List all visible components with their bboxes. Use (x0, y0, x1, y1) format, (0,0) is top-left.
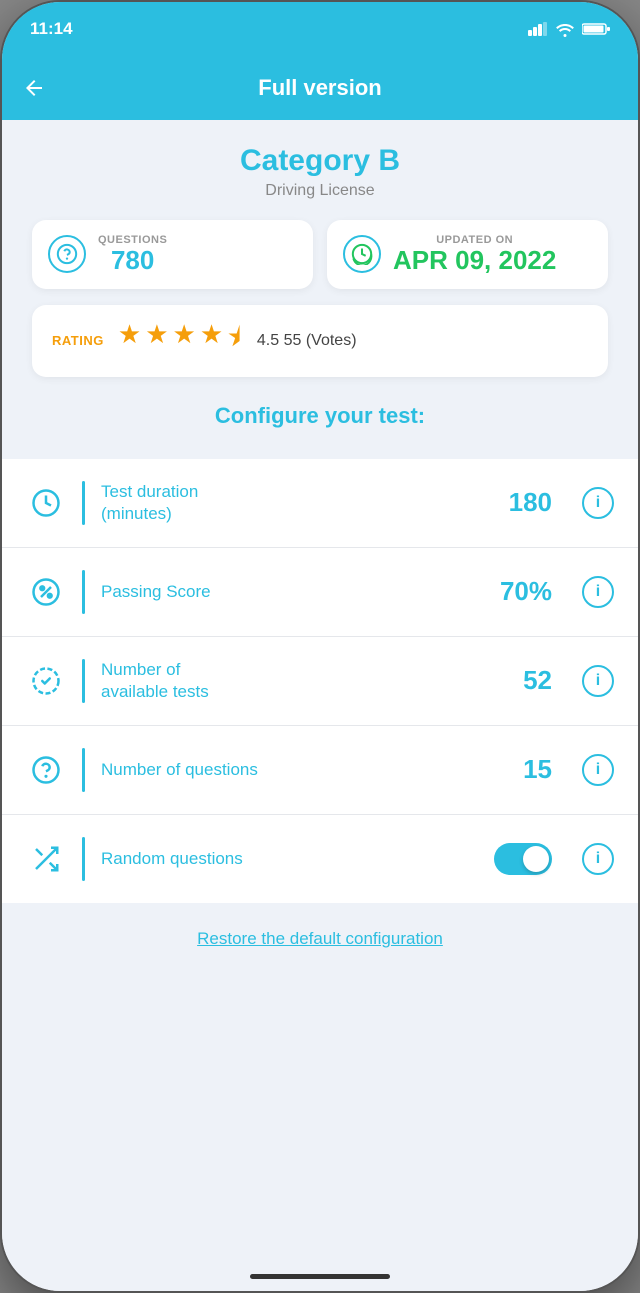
star-half: ⯨ (227, 319, 241, 363)
updated-value: APR 09, 2022 (393, 246, 556, 275)
info-button-random[interactable]: i (582, 843, 614, 875)
settings-list: Test duration(minutes) 180 i Passing Sco… (2, 459, 638, 903)
divider (82, 481, 85, 525)
status-icons (528, 21, 610, 37)
info-button-duration[interactable]: i (582, 487, 614, 519)
setting-random: Random questions i (2, 815, 638, 903)
back-button[interactable] (22, 76, 46, 100)
restore-link[interactable]: Restore the default configuration (197, 929, 443, 948)
setting-label-duration: Test duration(minutes) (101, 481, 493, 525)
divider (82, 570, 85, 614)
info-button-avail[interactable]: i (582, 665, 614, 697)
setting-label-score: Passing Score (101, 581, 484, 603)
question-icon (26, 750, 66, 790)
setting-value-numq[interactable]: 15 (523, 754, 552, 785)
setting-label-random: Random questions (101, 848, 478, 870)
setting-test-duration: Test duration(minutes) 180 i (2, 459, 638, 548)
star-3: ★ (173, 319, 196, 363)
status-bar: 11:14 (2, 2, 638, 56)
setting-passing-score: Passing Score 70% i (2, 548, 638, 637)
wifi-icon (554, 21, 576, 37)
pencil-circle-icon (26, 661, 66, 701)
content-area: Category B Driving License QUESTIONS 780 (2, 120, 638, 1293)
star-4: ★ (200, 319, 223, 363)
setting-value-avail[interactable]: 52 (523, 665, 552, 696)
setting-label-avail: Number ofavailable tests (101, 659, 507, 703)
setting-label-numq: Number of questions (101, 759, 507, 781)
home-indicator (250, 1274, 390, 1279)
category-subtitle: Driving License (32, 182, 608, 200)
divider (82, 837, 85, 881)
status-time: 11:14 (30, 19, 73, 39)
configure-title: Configure your test: (32, 393, 608, 435)
percent-icon (26, 572, 66, 612)
battery-icon (582, 22, 610, 36)
setting-value-score[interactable]: 70% (500, 576, 552, 607)
setting-value-duration[interactable]: 180 (509, 487, 552, 518)
signal-icon (528, 22, 548, 36)
updated-icon (343, 235, 381, 273)
questions-icon (48, 235, 86, 273)
star-1: ★ (118, 319, 141, 363)
setting-num-questions: Number of questions 15 i (2, 726, 638, 815)
info-cards: QUESTIONS 780 UPDATED ON (32, 220, 608, 289)
info-button-numq[interactable]: i (582, 754, 614, 786)
toggle-knob (523, 846, 549, 872)
info-button-score[interactable]: i (582, 576, 614, 608)
app-header: Full version (2, 56, 638, 120)
setting-available-tests: Number ofavailable tests 52 i (2, 637, 638, 726)
rating-label: RATING (52, 333, 104, 348)
restore-section: Restore the default configuration (2, 903, 638, 975)
star-2: ★ (145, 319, 168, 363)
rating-card: RATING ★ ★ ★ ★ ⯨ 4.5 55 (Votes) (32, 305, 608, 377)
rating-votes: 4.5 55 (Votes) (257, 332, 357, 350)
questions-value: 780 (98, 246, 167, 275)
questions-card: QUESTIONS 780 (32, 220, 313, 289)
phone-frame: 11:14 (0, 0, 640, 1293)
hero-section: Category B Driving License QUESTIONS 780 (2, 120, 638, 455)
stars: ★ ★ ★ ★ ⯨ (118, 319, 241, 363)
divider (82, 659, 85, 703)
header-title: Full version (258, 75, 381, 101)
divider (82, 748, 85, 792)
category-title: Category B (32, 144, 608, 178)
clock-icon (26, 483, 66, 523)
updated-card: UPDATED ON APR 09, 2022 (327, 220, 608, 289)
shuffle-icon (26, 839, 66, 879)
random-toggle[interactable] (494, 843, 552, 875)
